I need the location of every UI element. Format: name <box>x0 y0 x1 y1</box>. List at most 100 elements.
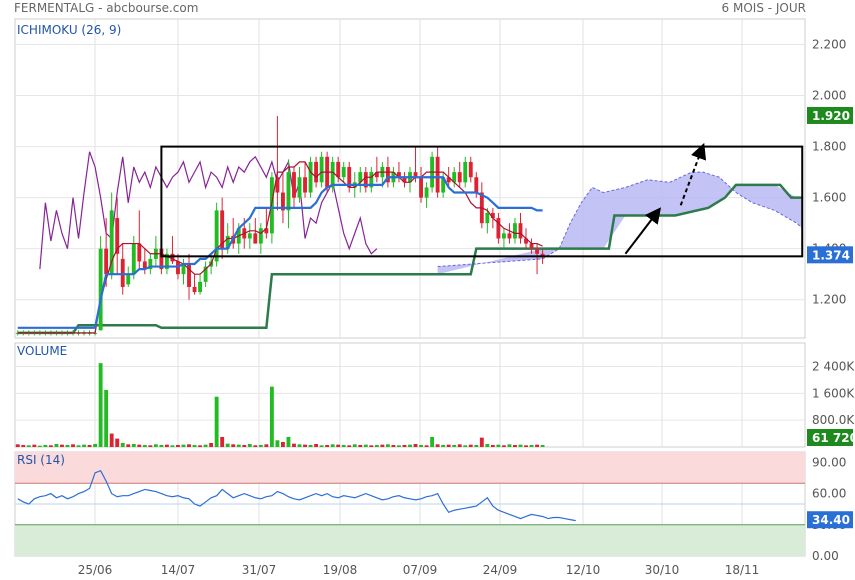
candle-body <box>330 161 335 188</box>
candle-body <box>501 233 506 239</box>
volume-bar <box>198 445 203 447</box>
candle-body <box>507 233 512 239</box>
candlestick <box>457 161 462 188</box>
candlestick <box>374 156 379 183</box>
volume-bar <box>369 445 374 447</box>
candle-body <box>137 243 142 262</box>
volume-bar <box>319 445 324 447</box>
candlestick <box>142 248 147 275</box>
volume-bar <box>242 444 247 447</box>
volume-bar <box>303 444 307 447</box>
candle-body <box>485 212 490 224</box>
volume-frame <box>14 342 806 448</box>
projection-arrow <box>624 207 662 255</box>
volume-bar <box>347 445 352 447</box>
x-tick-label: 19/08 <box>323 563 358 577</box>
candle-body <box>247 233 252 239</box>
volume-bar <box>43 444 48 447</box>
stock-chart: 25/06 14/07 31/07 19/08 07/09 24/09 12/10 30/10… <box>14 18 855 577</box>
last-value-badge: 1.920 <box>812 109 850 123</box>
candle-body <box>424 187 429 198</box>
volume-bar <box>385 444 390 447</box>
volume-bar <box>479 437 484 447</box>
volume-bar <box>214 396 219 447</box>
volume-bar <box>397 445 401 447</box>
volume-bar <box>336 444 341 447</box>
volume-bar <box>325 444 330 447</box>
candlestick <box>330 156 335 193</box>
volume-bar <box>131 443 136 447</box>
ichimoku-cloud <box>437 172 803 275</box>
volume-bar <box>142 444 147 447</box>
volume-bar <box>37 445 42 447</box>
volume-bar <box>463 445 468 447</box>
volume-bar <box>32 444 37 447</box>
candle-body <box>192 286 197 293</box>
volume-bar <box>474 444 479 447</box>
candle-body <box>457 172 462 183</box>
y-tick-label: 1.200 <box>812 293 846 307</box>
rsi-tick-label: 90.00 <box>812 455 846 469</box>
candlestick <box>292 167 296 208</box>
volume-bar <box>137 444 142 447</box>
volume-bar <box>269 386 274 447</box>
candlestick <box>507 223 512 244</box>
volume-bar <box>115 438 120 447</box>
candle-body <box>336 161 341 178</box>
candlestick <box>247 223 252 249</box>
volume-bar <box>225 443 230 447</box>
candlestick <box>479 182 484 229</box>
candlestick <box>402 172 407 188</box>
y-tick-label: 1.800 <box>812 140 846 154</box>
volume-bar <box>308 444 313 447</box>
volume-bar <box>457 444 462 447</box>
volume-bar <box>363 444 368 447</box>
volume-bar <box>26 445 31 447</box>
candlestick <box>275 115 280 211</box>
candlestick <box>303 161 307 198</box>
rsi-tick-label: 0.00 <box>812 549 839 563</box>
candlestick <box>164 248 169 275</box>
volume-bar <box>430 436 435 447</box>
volume-bar <box>297 444 302 447</box>
volume-bar <box>358 444 363 447</box>
volume-bar <box>441 444 446 447</box>
candlestick <box>153 235 158 267</box>
current-price-badge: 1.374 <box>812 248 850 262</box>
candlestick <box>363 167 368 193</box>
candle-body <box>286 172 291 211</box>
candlestick <box>341 161 346 183</box>
volume-bar <box>485 443 490 447</box>
volume-bar <box>253 445 258 447</box>
candlestick <box>501 228 506 249</box>
y-tick-label: 2.200 <box>812 38 846 52</box>
candlestick <box>198 274 203 295</box>
y-tick-label: 2.000 <box>812 89 846 103</box>
x-tick-label: 31/07 <box>242 563 277 577</box>
volume-bar <box>65 444 70 447</box>
y-tick-label: 1.600 <box>812 191 846 205</box>
candle-body <box>292 172 296 198</box>
volume-bar <box>187 444 191 447</box>
volume-bar <box>352 444 357 447</box>
volume-bar <box>281 441 285 447</box>
volume-bar <box>496 444 501 447</box>
volume-bar <box>518 444 523 447</box>
x-tick-label: 12/10 <box>566 563 601 577</box>
volume-bar <box>60 444 64 447</box>
candlestick <box>369 167 374 193</box>
candlestick <box>98 235 103 331</box>
rsi-last-badge: 34.40 <box>812 513 850 527</box>
volume-bar <box>513 444 517 447</box>
candlestick <box>424 182 429 208</box>
ichimoku-panel <box>15 115 804 336</box>
candlestick <box>408 167 412 193</box>
candle-body <box>341 167 346 178</box>
volume-bar <box>524 445 528 447</box>
volume-bar <box>507 444 512 447</box>
x-tick-label: 18/11 <box>725 563 760 577</box>
oversold-zone <box>15 524 805 556</box>
volume-bar <box>120 442 125 447</box>
candlestick <box>137 210 142 270</box>
kijun-line <box>17 176 543 329</box>
